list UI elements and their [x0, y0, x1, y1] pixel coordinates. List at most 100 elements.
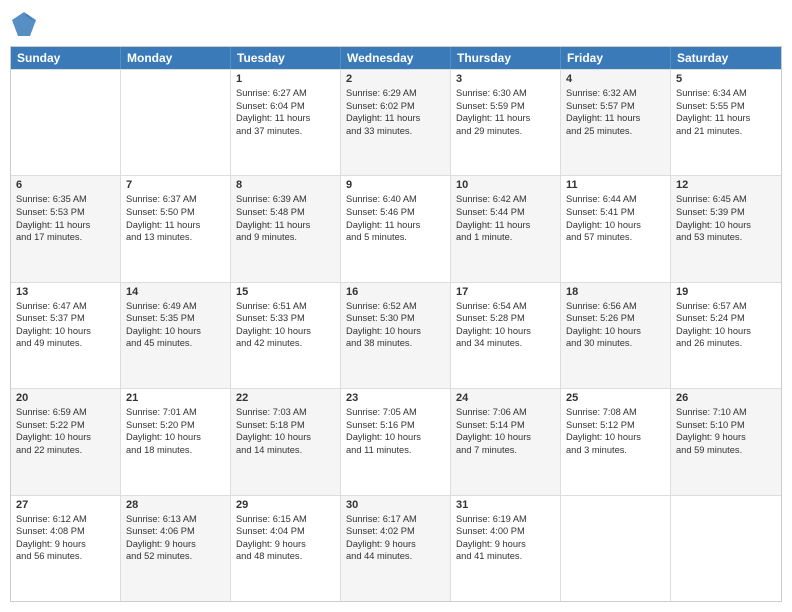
- cell-line: Daylight: 11 hours: [456, 219, 555, 232]
- page: SundayMondayTuesdayWednesdayThursdayFrid…: [0, 0, 792, 612]
- cell-line: Sunrise: 6:19 AM: [456, 513, 555, 526]
- cal-cell-14: 14Sunrise: 6:49 AMSunset: 5:35 PMDayligh…: [121, 283, 231, 388]
- cal-cell-19: 19Sunrise: 6:57 AMSunset: 5:24 PMDayligh…: [671, 283, 781, 388]
- cell-line: and 30 minutes.: [566, 337, 665, 350]
- cell-line: and 42 minutes.: [236, 337, 335, 350]
- cell-line: Sunrise: 6:13 AM: [126, 513, 225, 526]
- cell-line: and 22 minutes.: [16, 444, 115, 457]
- header-day-thursday: Thursday: [451, 47, 561, 69]
- cell-line: Sunset: 5:18 PM: [236, 419, 335, 432]
- cell-line: Daylight: 10 hours: [16, 325, 115, 338]
- cell-line: Sunset: 5:28 PM: [456, 312, 555, 325]
- cell-line: Daylight: 10 hours: [126, 325, 225, 338]
- cell-line: Sunrise: 6:30 AM: [456, 87, 555, 100]
- cal-cell-11: 11Sunrise: 6:44 AMSunset: 5:41 PMDayligh…: [561, 176, 671, 281]
- cal-cell-4: 4Sunrise: 6:32 AMSunset: 5:57 PMDaylight…: [561, 70, 671, 175]
- cell-line: Sunrise: 6:44 AM: [566, 193, 665, 206]
- day-number: 13: [16, 286, 115, 298]
- day-number: 5: [676, 73, 776, 85]
- cal-cell-3: 3Sunrise: 6:30 AMSunset: 5:59 PMDaylight…: [451, 70, 561, 175]
- logo: [10, 10, 42, 38]
- cell-line: and 34 minutes.: [456, 337, 555, 350]
- day-number: 4: [566, 73, 665, 85]
- cell-line: Sunrise: 7:08 AM: [566, 406, 665, 419]
- cell-line: and 18 minutes.: [126, 444, 225, 457]
- cal-cell-empty-4-6: [671, 496, 781, 601]
- cell-line: Daylight: 10 hours: [16, 431, 115, 444]
- cell-line: Sunset: 5:12 PM: [566, 419, 665, 432]
- cell-line: Daylight: 9 hours: [456, 538, 555, 551]
- cell-line: Daylight: 11 hours: [346, 219, 445, 232]
- day-number: 27: [16, 499, 115, 511]
- cal-cell-8: 8Sunrise: 6:39 AMSunset: 5:48 PMDaylight…: [231, 176, 341, 281]
- cell-line: Sunset: 4:00 PM: [456, 525, 555, 538]
- cal-cell-18: 18Sunrise: 6:56 AMSunset: 5:26 PMDayligh…: [561, 283, 671, 388]
- cell-line: Sunrise: 6:51 AM: [236, 300, 335, 313]
- header-day-monday: Monday: [121, 47, 231, 69]
- cell-line: Sunrise: 7:05 AM: [346, 406, 445, 419]
- day-number: 10: [456, 179, 555, 191]
- cell-line: and 1 minute.: [456, 231, 555, 244]
- day-number: 29: [236, 499, 335, 511]
- calendar-row-1: 6Sunrise: 6:35 AMSunset: 5:53 PMDaylight…: [11, 175, 781, 281]
- cell-line: Sunrise: 6:59 AM: [16, 406, 115, 419]
- day-number: 22: [236, 392, 335, 404]
- cell-line: Sunset: 5:30 PM: [346, 312, 445, 325]
- cal-cell-30: 30Sunrise: 6:17 AMSunset: 4:02 PMDayligh…: [341, 496, 451, 601]
- cell-line: and 44 minutes.: [346, 550, 445, 563]
- cell-line: and 21 minutes.: [676, 125, 776, 138]
- cell-line: Sunrise: 6:57 AM: [676, 300, 776, 313]
- cell-line: Sunset: 4:06 PM: [126, 525, 225, 538]
- day-number: 17: [456, 286, 555, 298]
- cell-line: Sunrise: 6:29 AM: [346, 87, 445, 100]
- cal-cell-25: 25Sunrise: 7:08 AMSunset: 5:12 PMDayligh…: [561, 389, 671, 494]
- cell-line: Sunrise: 7:03 AM: [236, 406, 335, 419]
- logo-icon: [10, 10, 38, 38]
- header: [10, 10, 782, 38]
- cell-line: Sunrise: 6:27 AM: [236, 87, 335, 100]
- cell-line: and 41 minutes.: [456, 550, 555, 563]
- cell-line: and 11 minutes.: [346, 444, 445, 457]
- cell-line: Sunset: 5:20 PM: [126, 419, 225, 432]
- day-number: 28: [126, 499, 225, 511]
- day-number: 7: [126, 179, 225, 191]
- cell-line: Sunrise: 6:39 AM: [236, 193, 335, 206]
- cell-line: Daylight: 10 hours: [236, 431, 335, 444]
- cell-line: Daylight: 10 hours: [566, 219, 665, 232]
- cell-line: Sunset: 4:04 PM: [236, 525, 335, 538]
- cell-line: Daylight: 10 hours: [456, 431, 555, 444]
- cal-cell-empty-4-5: [561, 496, 671, 601]
- header-day-tuesday: Tuesday: [231, 47, 341, 69]
- cell-line: Sunset: 4:02 PM: [346, 525, 445, 538]
- cell-line: Daylight: 11 hours: [456, 112, 555, 125]
- cal-cell-24: 24Sunrise: 7:06 AMSunset: 5:14 PMDayligh…: [451, 389, 561, 494]
- cell-line: Daylight: 11 hours: [346, 112, 445, 125]
- cell-line: Daylight: 10 hours: [456, 325, 555, 338]
- cell-line: Daylight: 11 hours: [236, 112, 335, 125]
- cal-cell-empty-0-1: [121, 70, 231, 175]
- cell-line: Sunset: 5:37 PM: [16, 312, 115, 325]
- cal-cell-10: 10Sunrise: 6:42 AMSunset: 5:44 PMDayligh…: [451, 176, 561, 281]
- cell-line: and 48 minutes.: [236, 550, 335, 563]
- cell-line: Daylight: 9 hours: [126, 538, 225, 551]
- cell-line: and 7 minutes.: [456, 444, 555, 457]
- cell-line: Daylight: 11 hours: [676, 112, 776, 125]
- day-number: 15: [236, 286, 335, 298]
- day-number: 26: [676, 392, 776, 404]
- cell-line: Sunrise: 6:35 AM: [16, 193, 115, 206]
- cell-line: and 26 minutes.: [676, 337, 776, 350]
- cell-line: Sunset: 5:10 PM: [676, 419, 776, 432]
- cell-line: Sunrise: 6:49 AM: [126, 300, 225, 313]
- cell-line: Daylight: 11 hours: [566, 112, 665, 125]
- cell-line: Sunset: 5:50 PM: [126, 206, 225, 219]
- cal-cell-20: 20Sunrise: 6:59 AMSunset: 5:22 PMDayligh…: [11, 389, 121, 494]
- cell-line: and 56 minutes.: [16, 550, 115, 563]
- cell-line: and 52 minutes.: [126, 550, 225, 563]
- cell-line: Sunrise: 6:37 AM: [126, 193, 225, 206]
- cell-line: and 37 minutes.: [236, 125, 335, 138]
- cell-line: and 14 minutes.: [236, 444, 335, 457]
- day-number: 16: [346, 286, 445, 298]
- cell-line: Sunset: 5:33 PM: [236, 312, 335, 325]
- cell-line: Daylight: 10 hours: [236, 325, 335, 338]
- day-number: 8: [236, 179, 335, 191]
